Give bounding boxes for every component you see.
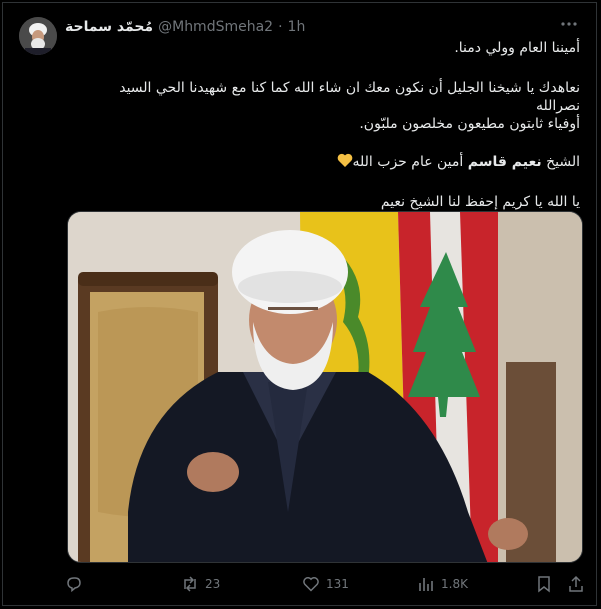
- views-count: 1.8K: [441, 577, 468, 591]
- yellow-heart-icon: [337, 153, 353, 173]
- action-bar: 23 131 1.8K: [3, 573, 596, 597]
- title-suffix: أمين عام حزب الله: [352, 154, 468, 170]
- views-button[interactable]: 1.8K: [417, 575, 468, 593]
- user-handle[interactable]: @MhmdSmeha2: [158, 19, 273, 35]
- tweet-text: أميننا العام وولي دمنا. نعاهدك يا شيخنا …: [73, 37, 580, 211]
- tweet-photo[interactable]: [67, 211, 583, 563]
- tweet-line: أميننا العام وولي دمنا.: [454, 40, 580, 56]
- avatar[interactable]: [19, 17, 57, 55]
- heart-icon: [302, 575, 320, 593]
- like-count: 131: [326, 577, 349, 591]
- like-button[interactable]: 131: [302, 575, 349, 593]
- repost-count: 23: [205, 577, 221, 591]
- bookmark-button[interactable]: [535, 575, 553, 593]
- reply-icon: [65, 575, 83, 593]
- reply-button[interactable]: [65, 575, 83, 593]
- bookmark-icon: [535, 575, 553, 593]
- more-horizontal-icon[interactable]: [560, 15, 578, 37]
- share-button[interactable]: [567, 575, 585, 593]
- repost-button[interactable]: 23: [181, 575, 220, 593]
- timestamp[interactable]: 1h: [288, 19, 306, 35]
- share-icon: [567, 575, 585, 593]
- views-icon: [417, 575, 435, 593]
- tweet-card[interactable]: مُحمّد سماحة @MhmdSmeha2 · 1h أميننا الع…: [2, 2, 597, 606]
- tweet-line: أوفياء ثابتون مطيعون مخلصون ملبّون.: [359, 116, 580, 132]
- tweet-header: مُحمّد سماحة @MhmdSmeha2 · 1h: [65, 17, 305, 37]
- tweet-line: نعاهدك يا شيخنا الجليل أن نكون معك ان شا…: [119, 80, 580, 114]
- display-name[interactable]: مُحمّد سماحة: [65, 19, 153, 35]
- repost-icon: [181, 575, 199, 593]
- sheikh-name: نعيم قاسم: [467, 154, 542, 170]
- tweet-line: يا الله يا كريم إحفظ لنا الشيخ نعيم: [380, 194, 580, 210]
- title-prefix: الشيخ: [541, 154, 580, 170]
- tweet-title-line: الشيخ نعيم قاسم أمين عام حزب الله: [73, 153, 580, 173]
- separator-dot: ·: [278, 19, 283, 35]
